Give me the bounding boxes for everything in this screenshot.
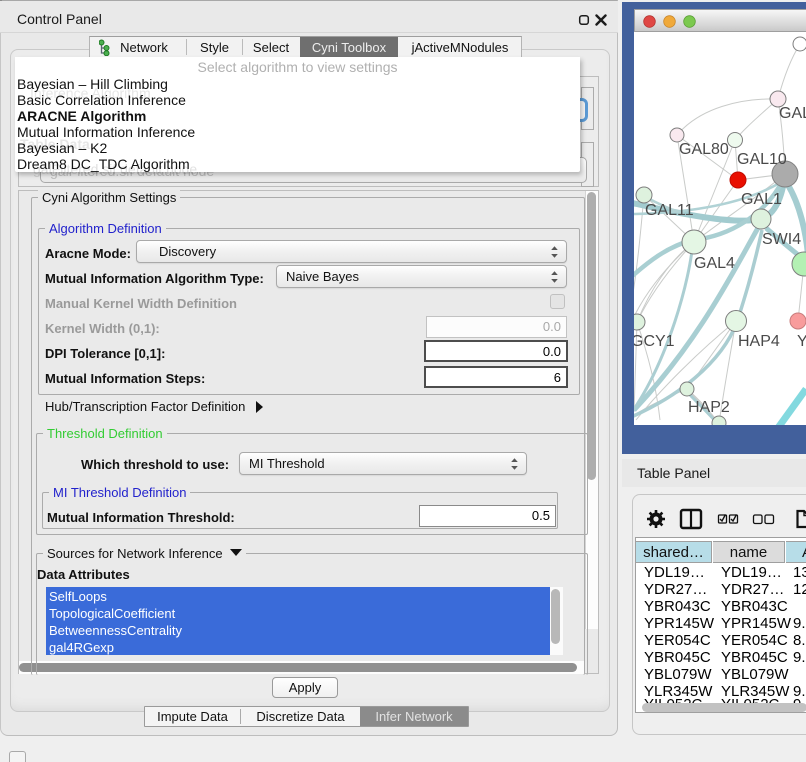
svg-text:SWI4: SWI4 <box>762 231 801 248</box>
svg-text:GAL11: GAL11 <box>645 202 694 219</box>
svg-text:GAL10: GAL10 <box>737 151 787 168</box>
svg-text:GAL80: GAL80 <box>679 141 729 158</box>
svg-text:HAP4: HAP4 <box>738 333 780 350</box>
svg-text:GAL1: GAL1 <box>741 191 782 208</box>
svg-text:GCY1: GCY1 <box>634 333 675 350</box>
svg-text:HAP2: HAP2 <box>688 399 730 416</box>
svg-text:Y: Y <box>797 333 806 350</box>
svg-text:GAL4: GAL4 <box>694 255 735 272</box>
svg-text:GAL: GAL <box>779 105 806 122</box>
